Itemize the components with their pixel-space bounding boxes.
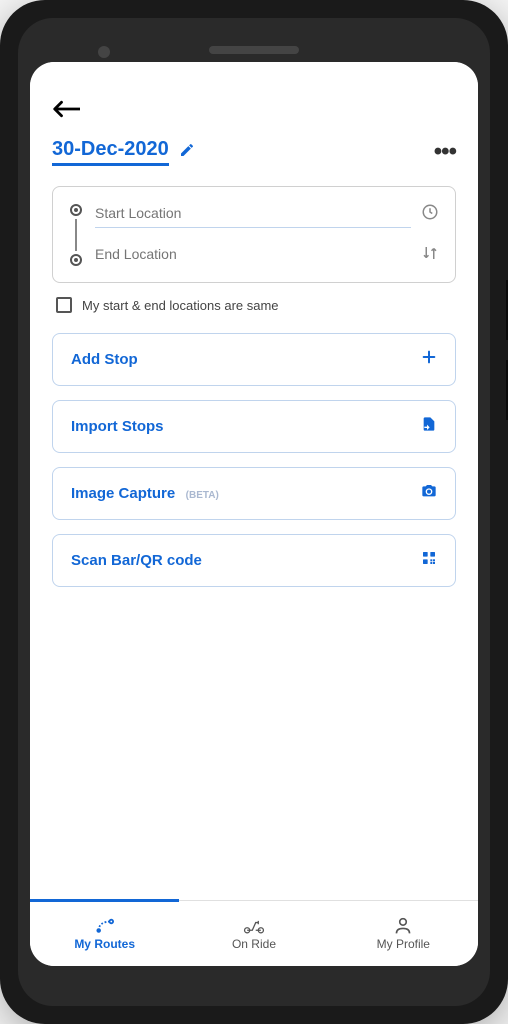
edit-date-icon [179,142,195,163]
front-camera [98,46,110,58]
beta-tag: (BETA) [186,490,219,501]
main-content: 30-Dec-2020 ••• [30,90,478,900]
phone-inner: 30-Dec-2020 ••• [18,18,490,1006]
qr-code-icon [421,550,437,571]
plus-icon [421,349,437,370]
location-card [52,186,456,283]
route-date: 30-Dec-2020 [52,138,169,166]
image-capture-label: Image Capture [71,485,175,502]
nav-on-ride[interactable]: On Ride [179,901,328,966]
back-arrow-icon [52,100,80,118]
more-options-button[interactable]: ••• [434,138,456,166]
phone-frame: 30-Dec-2020 ••• [0,0,508,1024]
import-stops-button[interactable]: Import Stops [52,400,456,453]
scan-code-label: Scan Bar/QR code [71,552,202,569]
nav-my-profile-label: My Profile [377,937,430,951]
import-stops-label: Import Stops [71,418,164,435]
swap-locations-icon[interactable] [421,244,439,267]
active-tab-indicator [30,899,179,902]
start-marker-icon [70,204,82,216]
bottom-navigation: My Routes On Ride My Profile [30,900,478,966]
image-capture-button[interactable]: Image Capture (BETA) [52,467,456,520]
import-file-icon [421,416,437,437]
same-location-checkbox[interactable] [56,297,72,313]
route-icon [94,917,116,935]
date-edit-group[interactable]: 30-Dec-2020 [52,138,195,166]
start-location-input[interactable] [95,201,411,228]
nav-my-routes[interactable]: My Routes [30,901,179,966]
speaker-grille [209,46,299,54]
nav-on-ride-label: On Ride [232,937,276,951]
profile-icon [393,917,413,935]
route-line-icon [75,219,77,251]
same-location-label: My start & end locations are same [82,298,279,313]
end-location-input[interactable] [95,242,411,268]
scan-code-button[interactable]: Scan Bar/QR code [52,534,456,587]
back-button[interactable] [52,100,80,120]
add-stop-button[interactable]: Add Stop [52,333,456,386]
end-marker-icon [70,254,82,266]
screen: 30-Dec-2020 ••• [30,62,478,966]
route-marker-visual [69,204,83,266]
date-header: 30-Dec-2020 ••• [52,138,456,166]
time-icon[interactable] [421,203,439,226]
scooter-icon [242,917,266,935]
camera-icon [421,483,437,504]
add-stop-label: Add Stop [71,351,138,368]
nav-my-profile[interactable]: My Profile [329,901,478,966]
status-bar [30,62,478,90]
nav-my-routes-label: My Routes [74,937,135,951]
same-location-checkbox-row[interactable]: My start & end locations are same [52,297,456,313]
